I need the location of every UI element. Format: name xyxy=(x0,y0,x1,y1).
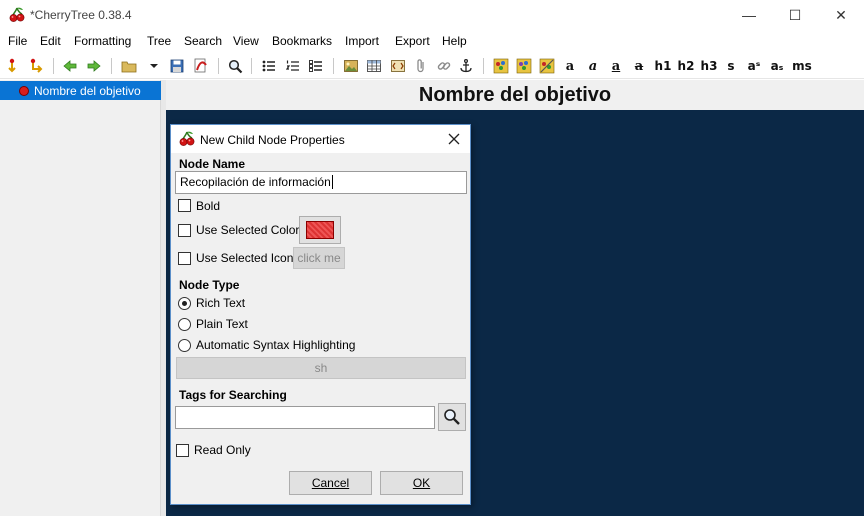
close-icon xyxy=(448,133,460,145)
toolbar-separator xyxy=(53,58,54,74)
color-picker-button[interactable] xyxy=(299,216,341,244)
insert-file-icon[interactable] xyxy=(412,57,430,75)
syntax-highlighting-radio[interactable] xyxy=(178,339,191,352)
menu-search[interactable]: Search xyxy=(184,34,222,48)
go-forward-icon[interactable] xyxy=(85,57,103,75)
insert-anchor-icon[interactable] xyxy=(457,57,475,75)
text-cursor xyxy=(331,175,333,189)
heading3-button[interactable]: h3 xyxy=(700,57,718,75)
remove-formatting-icon[interactable] xyxy=(538,57,556,75)
tree-node-nombre-del-objetivo[interactable]: Nombre del objetivo xyxy=(0,81,161,100)
open-folder-icon[interactable] xyxy=(120,57,138,75)
insert-codebox-icon[interactable] xyxy=(389,57,407,75)
cherry-app-icon xyxy=(9,7,25,22)
close-window-button[interactable]: ✕ xyxy=(818,0,864,30)
menu-export[interactable]: Export xyxy=(395,34,430,48)
bold-button[interactable]: a xyxy=(561,57,579,75)
insert-link-icon[interactable] xyxy=(435,57,453,75)
menu-bar: File Edit Formatting Tree Search View Bo… xyxy=(0,31,864,51)
find-icon[interactable] xyxy=(226,57,244,75)
rich-text-label: Rich Text xyxy=(196,296,246,310)
tags-search-button[interactable] xyxy=(438,403,466,431)
plain-text-label: Plain Text xyxy=(196,317,248,331)
color-swatch xyxy=(306,221,334,239)
cancel-button-label: Cancel xyxy=(311,476,350,490)
tree-node-label: Nombre del objetivo xyxy=(34,83,141,98)
add-subnode-icon[interactable] xyxy=(27,57,45,75)
toolbar-separator xyxy=(218,58,219,74)
use-selected-icon-checkbox[interactable] xyxy=(178,252,191,265)
menu-tree[interactable]: Tree xyxy=(147,34,171,48)
node-name-input[interactable]: Recopilación de información xyxy=(175,171,467,194)
rich-text-radio[interactable] xyxy=(178,297,191,310)
search-icon xyxy=(444,409,460,425)
numbered-list-icon[interactable] xyxy=(284,57,302,75)
dialog-close-button[interactable] xyxy=(442,127,466,151)
toolbar-separator xyxy=(251,58,252,74)
menu-view[interactable]: View xyxy=(233,34,259,48)
bulleted-list-icon[interactable] xyxy=(260,57,278,75)
ok-button-label: OK xyxy=(412,476,431,490)
tags-label: Tags for Searching xyxy=(179,388,287,402)
toolbar-separator xyxy=(483,58,484,74)
export-pdf-icon[interactable] xyxy=(192,57,210,75)
insert-table-icon[interactable] xyxy=(365,57,383,75)
use-selected-color-label: Use Selected Color xyxy=(196,223,300,237)
tags-input[interactable] xyxy=(175,406,435,429)
toolbar-separator xyxy=(333,58,334,74)
new-child-node-dialog: New Child Node Properties Node Name Reco… xyxy=(170,124,471,505)
todo-list-icon[interactable] xyxy=(307,57,325,75)
node-cherry-icon xyxy=(19,85,29,96)
strikethrough-button[interactable]: a xyxy=(630,57,648,75)
menu-file[interactable]: File xyxy=(8,34,27,48)
menu-edit[interactable]: Edit xyxy=(40,34,61,48)
syntax-language-combo[interactable]: sh xyxy=(176,357,466,379)
text-color-background-icon[interactable] xyxy=(515,57,533,75)
node-name-value: Recopilación de información xyxy=(180,175,331,189)
subscript-button[interactable]: aₛ xyxy=(768,57,786,75)
underline-button[interactable]: a xyxy=(607,57,625,75)
bold-checkbox[interactable] xyxy=(178,199,191,212)
italic-button[interactable]: a xyxy=(584,57,602,75)
superscript-button[interactable]: aˢ xyxy=(745,57,763,75)
dialog-title-bar: New Child Node Properties xyxy=(171,125,470,153)
maximize-button[interactable]: ☐ xyxy=(772,0,818,30)
node-title: Nombre del objetivo xyxy=(418,83,612,106)
heading2-button[interactable]: h2 xyxy=(677,57,695,75)
node-type-label: Node Type xyxy=(179,278,240,292)
dialog-title: New Child Node Properties xyxy=(200,133,345,147)
small-text-button[interactable]: s xyxy=(722,57,740,75)
text-color-foreground-icon[interactable] xyxy=(492,57,510,75)
go-back-icon[interactable] xyxy=(61,57,79,75)
monospace-button[interactable]: ms xyxy=(792,57,812,75)
use-selected-color-checkbox[interactable] xyxy=(178,224,191,237)
tree-pane: Nombre del objetivo xyxy=(0,80,161,516)
menu-import[interactable]: Import xyxy=(345,34,379,48)
save-icon[interactable] xyxy=(168,57,186,75)
recent-files-dropdown-icon[interactable] xyxy=(145,57,163,75)
plain-text-radio[interactable] xyxy=(178,318,191,331)
toolbar-separator xyxy=(111,58,112,74)
icon-picker-button[interactable]: click me xyxy=(293,247,345,269)
node-name-label: Node Name xyxy=(179,157,246,171)
minimize-button[interactable]: — xyxy=(726,0,772,30)
ok-button[interactable]: OK xyxy=(380,471,463,495)
read-only-checkbox[interactable] xyxy=(176,444,189,457)
menu-help[interactable]: Help xyxy=(442,34,467,48)
syntax-highlighting-label: Automatic Syntax Highlighting xyxy=(196,338,356,352)
cancel-button[interactable]: Cancel xyxy=(289,471,372,495)
menu-bookmarks[interactable]: Bookmarks xyxy=(272,34,332,48)
title-bar: *CherryTree 0.38.4 — ☐ ✕ xyxy=(0,0,864,30)
heading1-button[interactable]: h1 xyxy=(654,57,672,75)
read-only-label: Read Only xyxy=(194,443,251,457)
menu-formatting[interactable]: Formatting xyxy=(74,34,131,48)
add-node-icon[interactable] xyxy=(3,57,21,75)
bold-checkbox-label: Bold xyxy=(196,199,221,213)
insert-image-icon[interactable] xyxy=(342,57,360,75)
cherry-dialog-icon xyxy=(179,131,195,146)
window-title: *CherryTree 0.38.4 xyxy=(30,8,132,22)
toolbar: a a a a h1 h2 h3 s aˢ aₛ ms xyxy=(0,53,864,79)
node-title-bar: Nombre del objetivo xyxy=(166,80,864,110)
use-selected-icon-label: Use Selected Icon xyxy=(196,251,294,265)
